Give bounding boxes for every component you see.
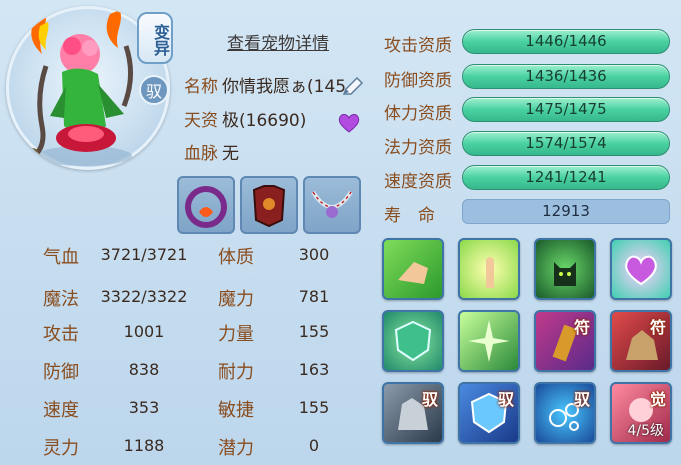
aptitude-bar: 1475/1475 [462, 97, 670, 122]
skill-slot-1[interactable] [382, 238, 444, 300]
talisman-tag: 符 [649, 318, 666, 337]
stat-label: 魔法 [43, 289, 79, 310]
aptitude-value: 1446/1446 [525, 32, 607, 50]
attribute-value: 163 [298, 360, 330, 379]
stat-value: 353 [128, 398, 160, 417]
life-value: 12913 [542, 202, 590, 220]
skill-slot-8[interactable]: 符 [610, 310, 672, 372]
skill-palm-icon [486, 257, 494, 288]
aptitude-bar: 1241/1241 [462, 165, 670, 190]
life-label: 寿 命 [384, 206, 435, 226]
necklace-icon [311, 190, 353, 218]
skill-shield-icon [394, 320, 432, 362]
attribute-label: 力量 [218, 324, 254, 345]
attribute-label: 耐力 [218, 362, 254, 383]
armor-icon [252, 185, 286, 228]
skill-level: 4/5级 [627, 423, 664, 439]
talisman-tag: 符 [573, 318, 590, 337]
aptitude-value: 1475/1475 [525, 100, 607, 118]
stat-value: 1188 [123, 436, 165, 455]
skill-slot-12[interactable]: 觉 4/5级 [610, 382, 672, 444]
control-tag: 驭 [497, 390, 514, 409]
skill-slot-4[interactable] [610, 238, 672, 300]
name-value: 你情我愿ぁ(145 [222, 77, 347, 97]
attribute-label: 体质 [218, 247, 254, 268]
aptitude-value: 1574/1574 [525, 134, 607, 152]
stat-value: 3721/3721 [100, 245, 188, 264]
aptitude-bar: 1436/1436 [462, 64, 670, 89]
attribute-value: 300 [298, 245, 330, 264]
equip-slot-armor[interactable] [240, 176, 298, 234]
skill-burst-icon [468, 320, 510, 362]
name-label: 名称 [184, 77, 218, 97]
skill-slot-9[interactable]: 驭 [382, 382, 444, 444]
skill-slot-2[interactable] [458, 238, 520, 300]
skill-cat-icon [554, 262, 576, 286]
skill-slot-5[interactable] [382, 310, 444, 372]
aptitude-label: 攻击资质 [384, 36, 452, 56]
stat-value: 838 [128, 360, 160, 379]
stat-label: 灵力 [43, 438, 79, 459]
attribute-label: 潜力 [218, 438, 254, 459]
aptitude-label: 防御资质 [384, 71, 452, 91]
stat-label: 防御 [43, 362, 79, 383]
attribute-value: 781 [298, 287, 330, 306]
pet-name-row: 名称 你情我愿ぁ(145 [184, 76, 346, 98]
attribute-label: 魔力 [218, 289, 254, 310]
attribute-value: 0 [308, 436, 320, 455]
aptitude-value: 1241/1241 [525, 168, 607, 186]
bloodline-row: 血脉无 [184, 143, 239, 165]
edit-name-icon[interactable] [341, 76, 365, 98]
attribute-value: 155 [298, 398, 330, 417]
awaken-tag: 觉 [649, 390, 666, 409]
stat-value: 3322/3322 [100, 287, 188, 306]
mutant-badge: 变异 [137, 12, 173, 64]
control-badge: 驭 [139, 75, 169, 105]
skill-slot-10[interactable]: 驭 [458, 382, 520, 444]
stat-label: 速度 [43, 400, 79, 421]
aptitude-bar: 1446/1446 [462, 29, 670, 54]
stat-value: 1001 [123, 322, 165, 341]
aptitude-label: 速度资质 [384, 172, 452, 192]
equip-slot-collar[interactable] [177, 176, 235, 234]
equip-slot-necklace[interactable] [303, 176, 361, 234]
skill-slot-11[interactable]: 驭 [534, 382, 596, 444]
skill-slot-3[interactable] [534, 238, 596, 300]
life-bar: 12913 [462, 199, 670, 224]
aptitude-value: 1436/1436 [525, 67, 607, 85]
attribute-label: 敏捷 [218, 400, 254, 421]
collar-icon [185, 186, 227, 228]
stat-label: 气血 [43, 247, 79, 268]
skill-slot-6[interactable] [458, 310, 520, 372]
tianzi-row: 天资 极(16690) [184, 110, 306, 132]
aptitude-bar: 1574/1574 [462, 131, 670, 156]
attribute-value: 155 [298, 322, 330, 341]
aptitude-label: 法力资质 [384, 138, 452, 158]
view-pet-details-link[interactable]: 查看宠物详情 [227, 29, 329, 54]
pet-detail-panel: 变异 驭 查看宠物详情 名称你情我愿ぁ(145 天资极(16690) 血脉无 [0, 0, 681, 465]
aptitude-label: 体力资质 [384, 104, 452, 124]
skill-heart-icon [625, 255, 657, 286]
tianzi-label: 天资 [184, 111, 218, 131]
bloodline-value: 无 [222, 144, 239, 164]
heart-icon[interactable] [338, 113, 360, 133]
skill-slot-7[interactable]: 符 [534, 310, 596, 372]
control-tag: 驭 [421, 390, 438, 409]
skill-hand-icon [398, 262, 428, 284]
bloodline-label: 血脉 [184, 144, 218, 164]
control-tag: 驭 [573, 390, 590, 409]
stat-label: 攻击 [43, 324, 79, 345]
tianzi-value: 极(16690) [222, 111, 307, 131]
